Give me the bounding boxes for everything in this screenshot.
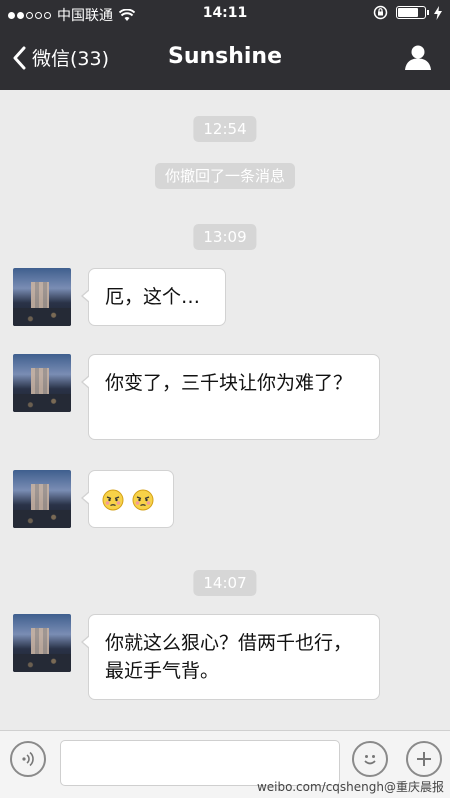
battery-icon: [396, 6, 429, 19]
profile-button[interactable]: [404, 44, 432, 74]
message-bubble[interactable]: 你变了，三千块让你为难了？: [81, 354, 380, 440]
avatar[interactable]: [13, 354, 71, 412]
message-bubble[interactable]: [81, 470, 174, 528]
message-bubble[interactable]: 你就这么狠心？借两千也行，最近手气背。: [81, 614, 380, 700]
timestamp: 14:07: [193, 570, 257, 596]
embarrassed-face-icon: [132, 489, 154, 510]
plus-icon: [417, 752, 431, 766]
status-right: [373, 5, 442, 20]
chat-title: Sunshine: [167, 44, 283, 69]
chat-area[interactable]: 12:54 你撤回了一条消息 13:09 厄，这个… 你变了，三千块让你为难了？: [0, 90, 450, 730]
charging-icon: [434, 5, 442, 20]
avatar[interactable]: [13, 470, 71, 528]
add-button[interactable]: [406, 741, 442, 777]
embarrassed-face-icon: [102, 489, 124, 510]
rotation-lock-icon: [373, 5, 388, 20]
emoji-button[interactable]: [352, 741, 388, 777]
message-text: 你就这么狠心？借两千也行，最近手气背。: [105, 632, 353, 682]
timestamp: 12:54: [193, 116, 257, 142]
voice-button[interactable]: [10, 741, 46, 777]
watermark: weibo.com/cqshengh@重庆晨报: [256, 780, 444, 794]
message-text: 你变了，三千块让你为难了？: [105, 372, 353, 394]
input-bar: weibo.com/cqshengh@重庆晨报: [0, 730, 450, 798]
nav-bar: 微信(33) Sunshine: [0, 28, 450, 90]
smiley-icon: [364, 755, 376, 765]
avatar[interactable]: [13, 268, 71, 326]
person-icon: [405, 45, 431, 70]
message-text: 厄，这个…: [105, 286, 201, 308]
timestamp: 13:09: [193, 224, 257, 250]
recall-notice: 你撤回了一条消息: [154, 163, 296, 189]
message-bubble[interactable]: 厄，这个…: [81, 268, 226, 326]
avatar[interactable]: [13, 614, 71, 672]
status-bar: 中国联通 14:11: [0, 0, 450, 28]
voice-icon: [22, 751, 34, 767]
